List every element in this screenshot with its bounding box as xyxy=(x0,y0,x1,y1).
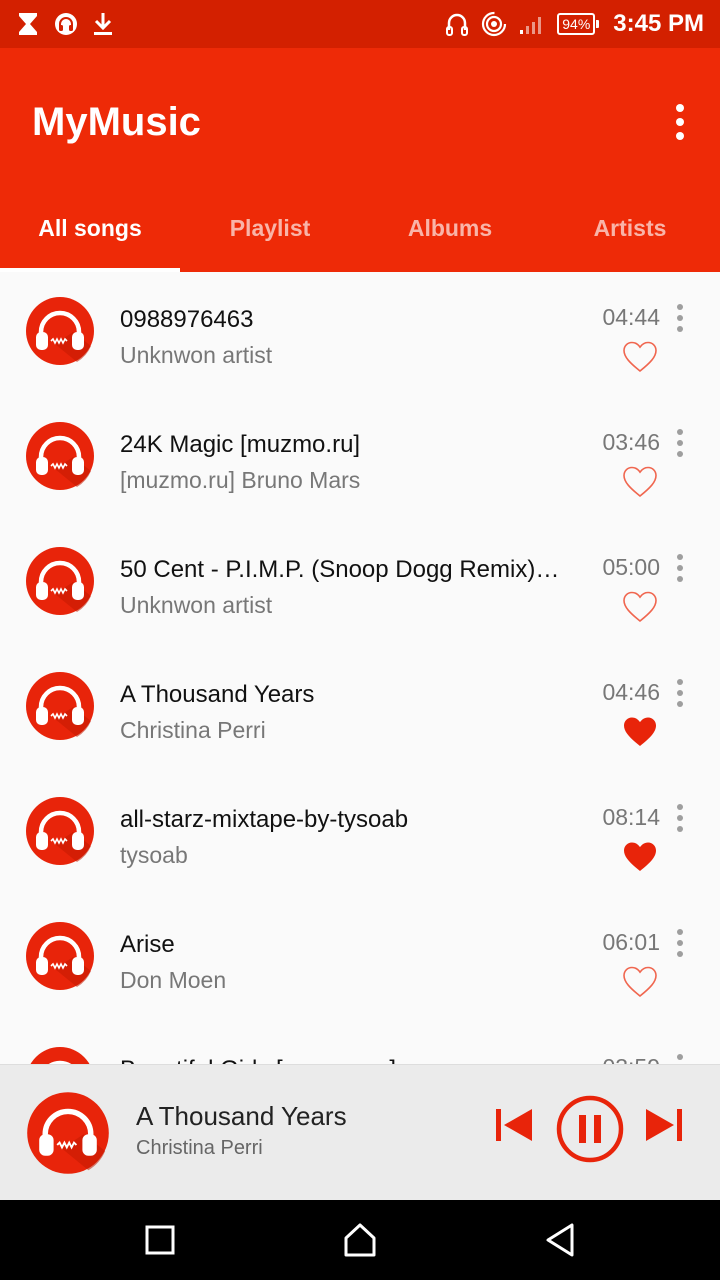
song-artist: Unknwon artist xyxy=(120,592,273,618)
battery-indicator: 94% xyxy=(557,13,600,35)
status-time: 3:45 PM xyxy=(613,10,704,37)
song-row[interactable]: Arise Don Moen 06:01 xyxy=(0,897,720,1022)
song-row[interactable]: A Thousand Years Christina Perri 04:46 xyxy=(0,647,720,772)
song-duration: 05:00 xyxy=(602,554,660,580)
now-playing-artist: Christina Perri xyxy=(136,1137,263,1159)
song-more-options-icon[interactable] xyxy=(674,804,686,832)
song-title: 0988976463 xyxy=(120,306,254,333)
heart-outline-icon[interactable] xyxy=(622,590,658,624)
song-duration: 08:14 xyxy=(602,804,660,830)
tab-all-songs[interactable]: All songs xyxy=(0,184,180,272)
song-title: 50 Cent - P.I.M.P. (Snoop Dogg Remix) [m… xyxy=(120,556,565,583)
song-title: Arise xyxy=(120,931,175,958)
system-nav-bar xyxy=(0,1200,720,1280)
song-more-options-icon[interactable] xyxy=(674,429,686,457)
heart-outline-icon[interactable] xyxy=(622,965,658,999)
song-row[interactable]: 50 Cent - P.I.M.P. (Snoop Dogg Remix) [m… xyxy=(0,522,720,647)
song-artist: Don Moen xyxy=(120,967,227,993)
hourglass-icon xyxy=(16,11,40,37)
song-headphones-icon xyxy=(25,546,95,616)
tab-albums[interactable]: Albums xyxy=(360,184,540,272)
song-headphones-icon xyxy=(25,296,95,366)
song-duration: 04:44 xyxy=(602,304,660,330)
tab-artists[interactable]: Artists xyxy=(540,184,720,272)
song-duration: 04:46 xyxy=(602,679,660,705)
song-artist: [muzmo.ru] Bruno Mars xyxy=(120,467,361,493)
status-bar: 94% 3:45 PM xyxy=(0,0,720,48)
song-more-options-icon[interactable] xyxy=(674,929,686,957)
hotspot-icon xyxy=(481,11,507,37)
song-title: Beautiful Girls [muzmo.ru] xyxy=(120,1056,565,1064)
recent-apps-icon[interactable] xyxy=(140,1220,180,1260)
song-title: 24K Magic [muzmo.ru] xyxy=(120,431,361,458)
heart-outline-icon[interactable] xyxy=(622,465,658,499)
song-row[interactable]: 24K Magic [muzmo.ru] [muzmo.ru] Bruno Mar… xyxy=(0,397,720,522)
heart-outline-icon[interactable] xyxy=(622,340,658,374)
tab-bar: All songs Playlist Albums Artists xyxy=(0,184,720,272)
tab-playlist[interactable]: Playlist xyxy=(180,184,360,272)
overflow-menu-icon[interactable] xyxy=(670,104,690,140)
song-duration: 03:46 xyxy=(602,429,660,455)
signal-icon xyxy=(519,13,545,35)
app-bar: MyMusic All songs Playlist Albums Artist… xyxy=(0,48,720,272)
song-artist: tysoab xyxy=(120,842,188,868)
home-icon[interactable] xyxy=(340,1220,380,1260)
previous-track-icon[interactable] xyxy=(494,1105,534,1145)
screen: 94% 3:45 PM MyMusic All songs Playlist A… xyxy=(0,0,720,1280)
heart-filled-icon[interactable] xyxy=(622,840,658,874)
song-headphones-icon xyxy=(25,671,95,741)
next-track-icon[interactable] xyxy=(644,1105,684,1145)
song-headphones-icon xyxy=(25,421,95,491)
now-playing-headphones-icon xyxy=(26,1091,110,1175)
song-duration: 06:01 xyxy=(602,929,660,955)
song-headphones-icon xyxy=(25,796,95,866)
song-row[interactable]: Beautiful Girls [muzmo.ru] 03:59 xyxy=(0,1022,720,1064)
song-title: A Thousand Years xyxy=(120,681,315,708)
song-more-options-icon[interactable] xyxy=(674,304,686,332)
back-icon[interactable] xyxy=(540,1220,580,1260)
song-more-options-icon[interactable] xyxy=(674,1054,686,1064)
headphones-app-icon xyxy=(54,12,78,36)
song-headphones-icon xyxy=(25,921,95,991)
heart-filled-icon[interactable] xyxy=(622,715,658,749)
song-title: all-starz-mixtape-by-tysoab xyxy=(120,806,409,833)
now-playing-title: A Thousand Years xyxy=(136,1101,347,1131)
app-title: MyMusic xyxy=(32,100,201,144)
status-notifications xyxy=(16,8,114,40)
song-row[interactable]: 0988976463 Unknwon artist 04:44 xyxy=(0,272,720,397)
song-duration: 03:59 xyxy=(602,1054,660,1064)
pause-icon[interactable] xyxy=(556,1095,624,1163)
song-more-options-icon[interactable] xyxy=(674,679,686,707)
song-artist: Christina Perri xyxy=(120,717,266,743)
song-row[interactable]: all-starz-mixtape-by-tysoab tysoab 08:14 xyxy=(0,772,720,897)
download-icon xyxy=(92,11,114,37)
song-list[interactable]: 0988976463 Unknwon artist 04:44 24K Magic [… xyxy=(0,272,720,1064)
now-playing-bar[interactable]: A Thousand Years Christina Perri xyxy=(0,1064,720,1200)
song-more-options-icon[interactable] xyxy=(674,554,686,582)
status-system: 94% 3:45 PM xyxy=(445,8,704,40)
headset-icon xyxy=(445,11,469,37)
song-artist: Unknwon artist xyxy=(120,342,273,368)
song-headphones-icon xyxy=(25,1046,95,1064)
